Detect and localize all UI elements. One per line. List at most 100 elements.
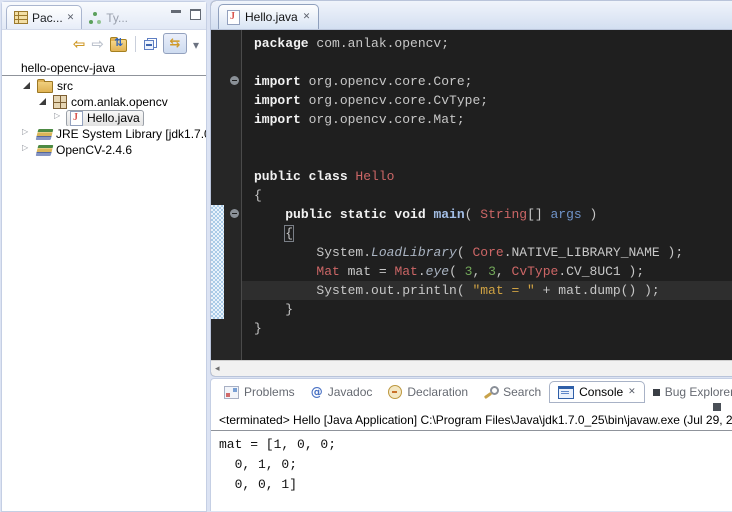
close-icon[interactable]: ✕ (67, 13, 75, 23)
bottom-view-tabbar: Problems Javadoc DeclarationSearchConsole✕… (211, 379, 732, 405)
tree-item[interactable]: OpenCV-2.4.6 (2, 142, 206, 158)
tree-item-content[interactable]: src (34, 79, 76, 94)
horizontal-scrollbar[interactable] (211, 360, 732, 376)
code-token: public class (254, 169, 355, 184)
code-line[interactable]: package com.anlak.opencv; (242, 34, 732, 53)
tree-collapsed-arrow-icon[interactable] (22, 129, 32, 139)
tree-expanded-arrow-icon[interactable] (38, 97, 48, 107)
code-line[interactable] (242, 129, 732, 148)
tree-item-label: src (57, 79, 73, 93)
code-line[interactable]: import org.opencv.core.Core; (242, 72, 732, 91)
tree-item-content[interactable]: JRE System Library [jdk1.7.0_25] (34, 127, 206, 142)
up-icon[interactable] (110, 39, 127, 52)
method-range-indicator (211, 205, 224, 319)
code-token: ( (457, 245, 473, 260)
editor-annotation-ruler (211, 30, 242, 361)
tab-label: Ty... (106, 11, 128, 25)
code-token (254, 207, 285, 222)
tree-collapsed-arrow-icon[interactable] (22, 145, 32, 155)
tree-item-content[interactable]: hello-opencv-java (18, 60, 118, 75)
code-token: } (254, 321, 262, 336)
code-token: com.anlak.opencv; (309, 36, 449, 51)
view-menu-icon[interactable] (193, 34, 199, 53)
source-folder-icon (37, 81, 53, 93)
tree-item[interactable]: hello-opencv-java (2, 60, 206, 76)
console-title: <terminated> Hello [Java Application] C:… (211, 411, 732, 431)
back-icon[interactable] (73, 34, 86, 53)
code-token: org.opencv.core.CvType; (301, 93, 488, 108)
type-hierarchy-icon (89, 12, 102, 24)
code-line[interactable]: public static void main( String[] args ) (242, 205, 732, 224)
code-line[interactable]: { (242, 224, 732, 243)
package-explorer-toolbar (2, 30, 206, 57)
tab-label: Bug Explorer (665, 385, 732, 399)
code-token: ( (465, 207, 481, 222)
console-output-line: mat = [1, 0, 0; (219, 435, 724, 455)
link-with-editor-icon[interactable] (163, 33, 187, 54)
code-token: import (254, 74, 301, 89)
code-token: ) (582, 207, 598, 222)
close-icon[interactable]: ✕ (628, 387, 636, 397)
javadoc-icon (311, 385, 323, 399)
selected-tree-item[interactable]: Hello.java (66, 110, 144, 126)
tree-item[interactable]: com.anlak.opencv (2, 94, 206, 110)
tree-expanded-arrow-icon[interactable] (22, 81, 32, 91)
maximize-icon[interactable] (190, 9, 201, 20)
code-line[interactable]: public class Hello (242, 167, 732, 186)
tab-label: Javadoc (328, 385, 373, 399)
tab-package-explorer[interactable]: Pac... ✕ (6, 5, 82, 29)
code-line[interactable]: import org.opencv.core.Mat; (242, 110, 732, 129)
close-icon[interactable]: ✕ (303, 12, 311, 22)
tree-item[interactable]: src (2, 78, 206, 94)
tab-label: Pac... (32, 11, 63, 25)
tree-item-content[interactable]: OpenCV-2.4.6 (34, 143, 135, 158)
code-token: mat = (340, 264, 395, 279)
code-line[interactable] (242, 53, 732, 72)
forward-icon[interactable] (91, 34, 104, 53)
tree-item[interactable]: JRE System Library [jdk1.7.0_25] (2, 126, 206, 142)
code-line[interactable]: Mat mat = Mat.eye( 3, 3, CvType.CV_8UC1 … (242, 262, 732, 281)
tab-type-hierarchy[interactable]: Ty... (82, 6, 135, 29)
tab-javadoc[interactable]: Javadoc (303, 382, 381, 402)
tab-console[interactable]: Console✕ (549, 381, 645, 403)
code-token: Hello (355, 169, 394, 184)
editor-area: Hello.java ✕ package com.anlak.opencv; i… (210, 0, 732, 377)
console-toolbar-icon[interactable] (713, 403, 721, 411)
code-line[interactable]: System.out.println( "mat = " + mat.dump(… (242, 281, 732, 300)
minimize-icon[interactable] (171, 9, 181, 18)
collapse-all-icon[interactable] (144, 38, 157, 50)
tree-collapsed-arrow-icon[interactable] (54, 113, 64, 123)
code-token (254, 226, 285, 241)
tree-item-content[interactable]: com.anlak.opencv (50, 95, 171, 110)
tab-hello-java[interactable]: Hello.java ✕ (218, 4, 319, 29)
code-token: { (254, 188, 262, 203)
problems-icon (224, 386, 239, 399)
tab-search[interactable]: Search (476, 382, 549, 402)
code-token: . (418, 264, 426, 279)
code-line[interactable]: } (242, 300, 732, 319)
editor-tabbar: Hello.java ✕ (211, 1, 732, 30)
code-token: org.opencv.core.Mat; (301, 112, 465, 127)
code-line[interactable]: { (242, 186, 732, 205)
code-line[interactable]: } (242, 319, 732, 338)
code-line[interactable]: System.LoadLibrary( Core.NATIVE_LIBRARY_… (242, 243, 732, 262)
code-token: eye (426, 264, 449, 279)
code-line[interactable] (242, 148, 732, 167)
code-token: public static void (285, 207, 433, 222)
code-text[interactable]: package com.anlak.opencv; import org.ope… (242, 30, 732, 361)
tab-problems[interactable]: Problems (216, 382, 303, 402)
tab-bug-explorer[interactable]: Bug Explorer (645, 382, 732, 402)
tab-declaration[interactable]: Declaration (380, 382, 476, 402)
java-file-icon (227, 10, 240, 25)
toolbar-separator (135, 36, 136, 52)
tree-item-label: hello-opencv-java (21, 61, 115, 75)
code-token: "mat = " (472, 283, 534, 298)
code-line[interactable]: import org.opencv.core.CvType; (242, 91, 732, 110)
code-editor[interactable]: package com.anlak.opencv; import org.ope… (211, 30, 732, 361)
fold-collapse-icon[interactable] (230, 76, 239, 85)
console-panel: Problems Javadoc DeclarationSearchConsole✕… (210, 378, 732, 511)
code-token: Core (472, 245, 503, 260)
console-output[interactable]: mat = [1, 0, 0; 0, 1, 0; 0, 0, 1] (211, 431, 732, 499)
tree-item[interactable]: Hello.java (2, 110, 206, 126)
fold-collapse-icon[interactable] (230, 209, 239, 218)
